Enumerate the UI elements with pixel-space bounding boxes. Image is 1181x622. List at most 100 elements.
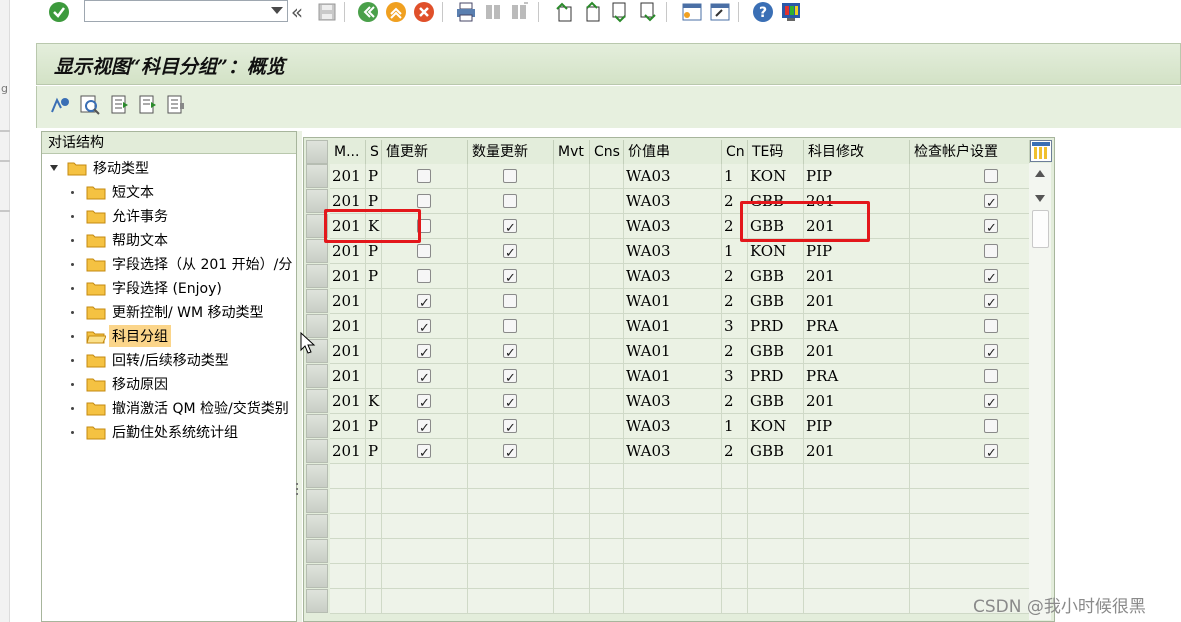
table-cell-acct[interactable]: 201: [804, 389, 910, 414]
table-cell-chk[interactable]: [910, 164, 1030, 189]
tree-node-child[interactable]: 帮助文本: [71, 228, 171, 252]
table-cell-vs[interactable]: WA01: [624, 364, 722, 389]
checkbox[interactable]: [417, 169, 431, 183]
table-cell-cn[interactable]: 2: [722, 389, 748, 414]
row-selector[interactable]: [306, 414, 328, 438]
table-cell-m[interactable]: 201: [330, 339, 366, 364]
print-icon[interactable]: [455, 1, 477, 23]
table-cell-s[interactable]: [366, 314, 382, 339]
table-cell-val[interactable]: [382, 364, 468, 389]
table-cell-te[interactable]: GBB: [748, 389, 804, 414]
table-cell-mvt[interactable]: [554, 264, 590, 289]
back-icon[interactable]: [357, 1, 379, 23]
checkbox[interactable]: [984, 217, 998, 238]
tree-node-child[interactable]: 移动原因: [71, 372, 171, 396]
find-icon[interactable]: [482, 1, 504, 23]
table-cell-cns[interactable]: [590, 214, 624, 239]
table-cell-vs[interactable]: WA03: [624, 164, 722, 189]
table-cell-m[interactable]: 201: [330, 364, 366, 389]
table-cell-cn[interactable]: 3: [722, 364, 748, 389]
shortcut-icon[interactable]: [709, 1, 731, 23]
table-cell-chk[interactable]: [910, 389, 1030, 414]
table-cell-s[interactable]: P: [366, 264, 382, 289]
table-cell-val[interactable]: [382, 164, 468, 189]
table-cell-qty[interactable]: [468, 164, 554, 189]
table-cell-mvt[interactable]: [554, 364, 590, 389]
row-selector[interactable]: [306, 439, 328, 463]
table-cell-vs[interactable]: WA03: [624, 189, 722, 214]
exit-icon[interactable]: [385, 1, 407, 23]
table-cell-acct[interactable]: 201: [804, 439, 910, 464]
table-cell-val[interactable]: [382, 289, 468, 314]
command-field[interactable]: [84, 0, 288, 22]
scroll-up-icon[interactable]: [1035, 170, 1045, 177]
details-icon[interactable]: [79, 94, 101, 116]
table-cell-vs[interactable]: WA01: [624, 289, 722, 314]
table-cell-te[interactable]: PRD: [748, 314, 804, 339]
table-cell-cns[interactable]: [590, 189, 624, 214]
checkbox[interactable]: [417, 417, 431, 438]
table-cell-m[interactable]: 201: [330, 164, 366, 189]
table-cell-chk[interactable]: [910, 264, 1030, 289]
table-cell-cn[interactable]: 1: [722, 164, 748, 189]
table-cell-vs[interactable]: WA01: [624, 314, 722, 339]
column-header[interactable]: S: [366, 140, 382, 164]
save-icon[interactable]: [316, 1, 338, 23]
table-cell-cn[interactable]: 2: [722, 439, 748, 464]
row-selector[interactable]: [306, 514, 328, 538]
checkbox[interactable]: [417, 269, 431, 283]
panel-splitter[interactable]: [297, 131, 302, 622]
table-cell-cn[interactable]: 2: [722, 264, 748, 289]
table-cell-s[interactable]: [366, 339, 382, 364]
last-page-icon[interactable]: [637, 1, 659, 23]
checkbox[interactable]: [417, 342, 431, 363]
table-cell-chk[interactable]: [910, 364, 1030, 389]
table-cell-m[interactable]: 201: [330, 414, 366, 439]
table-cell-qty[interactable]: [468, 214, 554, 239]
row-selector[interactable]: [306, 539, 328, 563]
expand-arrow-icon[interactable]: [50, 165, 58, 171]
table-cell-m[interactable]: 201: [330, 264, 366, 289]
table-cell-qty[interactable]: [468, 314, 554, 339]
change-display-icon[interactable]: [49, 94, 71, 116]
checkbox[interactable]: [984, 392, 998, 413]
checkbox[interactable]: [503, 267, 517, 288]
checkbox[interactable]: [984, 419, 998, 433]
column-header[interactable]: 检查帐户设置: [910, 140, 1030, 164]
tree-node-child[interactable]: 更新控制/ WM 移动类型: [71, 300, 267, 324]
table-cell-mvt[interactable]: [554, 214, 590, 239]
table-cell-cns[interactable]: [590, 339, 624, 364]
scroll-thumb[interactable]: [1032, 210, 1049, 248]
scroll-down-icon[interactable]: [1035, 195, 1045, 202]
table-cell-m[interactable]: 201: [330, 439, 366, 464]
table-cell-qty[interactable]: [468, 339, 554, 364]
table-cell-val[interactable]: [382, 339, 468, 364]
table-cell-m[interactable]: 201: [330, 389, 366, 414]
checkbox[interactable]: [984, 319, 998, 333]
table-cell-cn[interactable]: 1: [722, 239, 748, 264]
table-cell-qty[interactable]: [468, 239, 554, 264]
checkbox[interactable]: [984, 244, 998, 258]
column-header[interactable]: M...: [330, 140, 366, 164]
checkbox[interactable]: [984, 442, 998, 463]
table-cell-chk[interactable]: [910, 239, 1030, 264]
table-cell-vs[interactable]: WA03: [624, 239, 722, 264]
table-cell-mvt[interactable]: [554, 164, 590, 189]
table-cell-cns[interactable]: [590, 239, 624, 264]
tree-node-child[interactable]: 回转/后续移动类型: [71, 348, 232, 372]
table-cell-m[interactable]: 201: [330, 314, 366, 339]
table-cell-val[interactable]: [382, 389, 468, 414]
select-all-rows-button[interactable]: [306, 140, 328, 164]
tree-node-movement-types[interactable]: 移动类型: [50, 156, 152, 180]
table-cell-chk[interactable]: [910, 339, 1030, 364]
checkbox[interactable]: [503, 194, 517, 208]
table-cell-mvt[interactable]: [554, 389, 590, 414]
table-cell-mvt[interactable]: [554, 239, 590, 264]
checkbox[interactable]: [984, 369, 998, 383]
column-header[interactable]: Mvt: [554, 140, 590, 164]
table-cell-mvt[interactable]: [554, 189, 590, 214]
checkbox[interactable]: [984, 267, 998, 288]
column-header[interactable]: 科目修改: [804, 140, 910, 164]
checkbox[interactable]: [503, 417, 517, 438]
row-selector[interactable]: [306, 589, 328, 613]
